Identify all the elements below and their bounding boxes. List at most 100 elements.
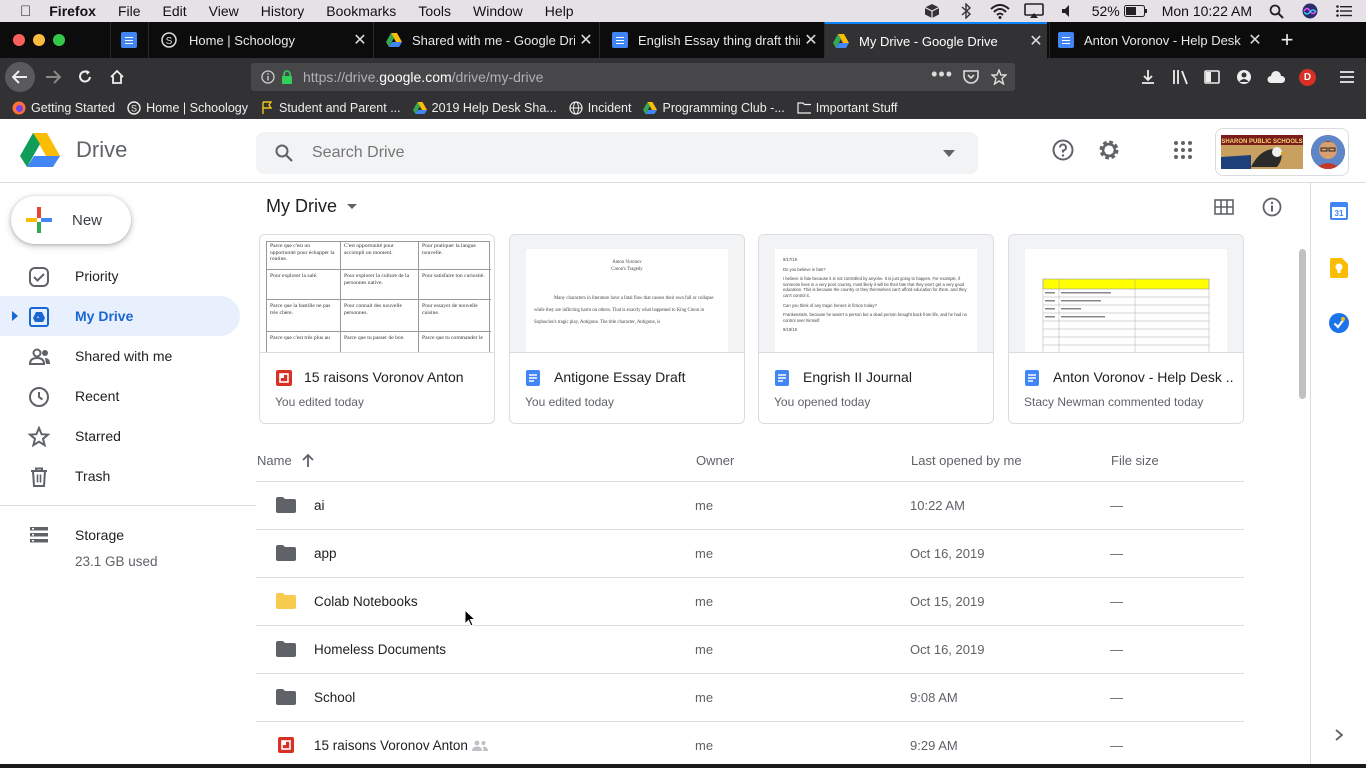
bluetooth-icon[interactable]	[956, 3, 976, 19]
info-icon[interactable]	[261, 70, 275, 84]
sidebar-item-my-drive[interactable]: My Drive	[0, 296, 240, 336]
menu-window[interactable]: Window	[473, 0, 523, 22]
wifi-icon[interactable]	[990, 3, 1010, 19]
window-zoom-button[interactable]	[53, 34, 65, 46]
url-bar[interactable]: https://drive. google.com/drive/my-drive …	[251, 63, 1015, 91]
extension-cloud-icon[interactable]	[1266, 69, 1286, 85]
new-button[interactable]: New	[11, 196, 131, 244]
bookmark-folder-important-stuff[interactable]: Important Stuff	[797, 101, 898, 115]
expand-arrow-icon[interactable]	[11, 311, 19, 321]
tab-shared-with-me[interactable]: Shared with me - Google Drive ✕	[373, 22, 597, 58]
box-status-icon[interactable]	[922, 3, 942, 19]
back-button[interactable]	[5, 62, 35, 92]
apple-menu-icon[interactable]: 	[20, 3, 31, 20]
tab-close-icon[interactable]: ✕	[1244, 30, 1266, 50]
page-actions-icon[interactable]: •••	[931, 64, 953, 85]
calendar-icon[interactable]: 31	[1330, 202, 1348, 220]
tab-help-desk-log[interactable]: Anton Voronov - Help Desk Log ✕	[1049, 22, 1266, 58]
table-row[interactable]: Homeless Documents me Oct 16, 2019 —	[256, 626, 1244, 674]
pinned-tab-docs[interactable]	[110, 22, 146, 58]
menubar-clock[interactable]: Mon 10:22 AM	[1162, 3, 1252, 19]
siri-icon[interactable]	[1300, 3, 1320, 19]
sidebar-item-starred[interactable]: Starred	[0, 416, 240, 456]
notification-center-icon[interactable]	[1334, 3, 1354, 19]
search-input[interactable]	[312, 144, 912, 162]
bookmark-getting-started[interactable]: Getting Started	[12, 101, 115, 115]
drive-logo[interactable]: Drive	[20, 132, 127, 168]
table-row[interactable]: 15 raisons Voronov Anton me 9:29 AM —	[256, 722, 1244, 770]
grid-view-icon[interactable]	[1214, 199, 1234, 215]
tasks-icon[interactable]	[1329, 313, 1349, 333]
column-header-last-opened[interactable]: Last opened by me	[911, 453, 1022, 468]
help-icon[interactable]	[1052, 139, 1074, 161]
new-tab-button[interactable]: +	[1268, 22, 1306, 58]
table-row[interactable]: School me 9:08 AM —	[256, 674, 1244, 722]
downloads-icon[interactable]	[1140, 69, 1156, 85]
volume-icon[interactable]	[1058, 3, 1078, 19]
hamburger-menu-icon[interactable]	[1339, 69, 1355, 85]
menu-history[interactable]: History	[261, 0, 305, 22]
quick-access-card[interactable]: 9/17/19 Do you believe in fate? I believ…	[758, 234, 994, 424]
forward-button[interactable]	[39, 63, 67, 91]
column-header-file-size[interactable]: File size	[1111, 453, 1159, 468]
home-button[interactable]	[103, 63, 131, 91]
account-switcher[interactable]: SHARON PUBLIC SCHOOLS	[1215, 128, 1349, 176]
tab-schoology[interactable]: S Home | Schoology ✕	[148, 22, 371, 58]
sidebar-item-trash[interactable]: Trash	[0, 456, 240, 496]
keep-icon[interactable]	[1330, 258, 1348, 278]
airplay-icon[interactable]	[1023, 3, 1044, 19]
pocket-icon[interactable]	[963, 70, 979, 84]
spotlight-search-icon[interactable]	[1266, 3, 1286, 19]
bookmark-programming-club[interactable]: Programming Club -...	[643, 101, 785, 115]
tab-close-icon[interactable]: ✕	[800, 30, 822, 50]
sidebar-item-priority[interactable]: Priority	[0, 256, 240, 296]
account-icon[interactable]	[1236, 69, 1252, 85]
vertical-scrollbar-thumb[interactable]	[1299, 249, 1306, 399]
info-details-icon[interactable]	[1262, 197, 1282, 217]
table-row[interactable]: app me Oct 16, 2019 —	[256, 530, 1244, 578]
search-box[interactable]	[256, 132, 978, 174]
search-options-dropdown-icon[interactable]	[943, 150, 955, 157]
google-apps-grid-icon[interactable]	[1174, 141, 1192, 159]
lock-icon[interactable]	[281, 70, 293, 84]
quick-access-card[interactable]: Anton Voronov Creon's Tragedy Many chara…	[509, 234, 745, 424]
sort-ascending-arrow-icon[interactable]	[302, 454, 314, 467]
tab-close-icon[interactable]: ✕	[349, 30, 371, 50]
search-icon[interactable]	[275, 144, 293, 162]
table-row[interactable]: Colab Notebooks me Oct 15, 2019 —	[256, 578, 1244, 626]
reload-button[interactable]	[71, 63, 99, 91]
sidebar-toggle-icon[interactable]	[1204, 69, 1220, 85]
menu-app-firefox[interactable]: Firefox	[49, 0, 96, 22]
library-icon[interactable]	[1172, 69, 1190, 85]
menu-edit[interactable]: Edit	[163, 0, 187, 22]
tab-my-drive[interactable]: My Drive - Google Drive ✕	[824, 22, 1047, 58]
tab-english-essay[interactable]: English Essay thing draft thing ✕	[599, 22, 822, 58]
window-minimize-button[interactable]	[33, 34, 45, 46]
quick-access-card[interactable]: Parce que c'est un opportunité pour écha…	[259, 234, 495, 424]
bookmark-student-parent[interactable]: Student and Parent ...	[260, 101, 401, 115]
bookmark-incident[interactable]: Incident	[569, 101, 631, 115]
bookmark-schoology[interactable]: S Home | Schoology	[127, 101, 248, 115]
tab-close-icon[interactable]: ✕	[575, 30, 597, 50]
menu-tools[interactable]: Tools	[418, 0, 451, 22]
extension-d-icon[interactable]: D	[1299, 69, 1316, 86]
my-drive-title-dropdown[interactable]: My Drive	[266, 196, 357, 217]
menu-file[interactable]: File	[118, 0, 141, 22]
bookmark-help-desk[interactable]: 2019 Help Desk Sha...	[412, 101, 557, 115]
sidebar-item-recent[interactable]: Recent	[0, 376, 240, 416]
column-header-name[interactable]: Name	[257, 453, 314, 468]
battery-status[interactable]: 52%	[1092, 3, 1148, 19]
quick-access-card[interactable]: Anton Voronov - Help Desk ... Stacy Newm…	[1008, 234, 1244, 424]
menu-bookmarks[interactable]: Bookmarks	[326, 0, 396, 22]
table-row[interactable]: ai me 10:22 AM —	[256, 482, 1244, 530]
settings-gear-icon[interactable]	[1097, 138, 1121, 162]
menu-help[interactable]: Help	[545, 0, 574, 22]
column-header-owner[interactable]: Owner	[696, 453, 734, 468]
window-close-button[interactable]	[13, 34, 25, 46]
tab-close-icon[interactable]: ✕	[1025, 31, 1047, 51]
menu-view[interactable]: View	[209, 0, 239, 22]
avatar[interactable]	[1311, 135, 1345, 169]
sidebar-item-shared-with-me[interactable]: Shared with me	[0, 336, 240, 376]
bookmark-star-icon[interactable]	[991, 69, 1007, 85]
expand-panel-chevron-icon[interactable]	[1335, 729, 1343, 741]
